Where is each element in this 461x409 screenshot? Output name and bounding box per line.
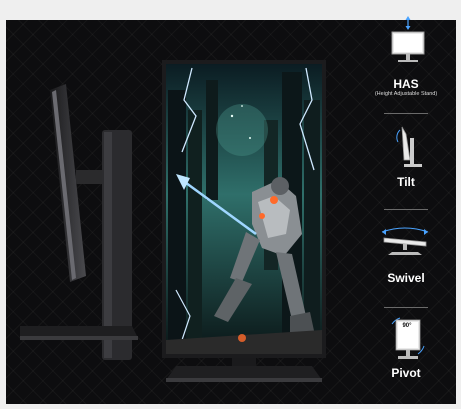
feature-swivel: Swivel	[362, 271, 450, 285]
feature-tilt: Tilt	[362, 175, 450, 189]
swivel-icon	[381, 227, 429, 255]
divider	[384, 307, 428, 308]
feature-label: Swivel	[387, 271, 425, 285]
tilt-icon	[396, 126, 422, 167]
feature-label: Pivot	[391, 366, 421, 380]
feature-sublabel: (Height Adjustable Stand)	[374, 91, 438, 97]
feature-has: HAS (Height Adjustable Stand)	[362, 77, 450, 98]
feature-label: Tilt	[397, 175, 415, 189]
divider	[384, 113, 428, 114]
feature-label: HAS	[393, 77, 419, 91]
divider	[384, 209, 428, 210]
feature-pivot: Pivot	[362, 366, 450, 380]
height-adjust-icon	[391, 16, 425, 62]
pivot-angle-badge: 90°	[402, 323, 412, 329]
